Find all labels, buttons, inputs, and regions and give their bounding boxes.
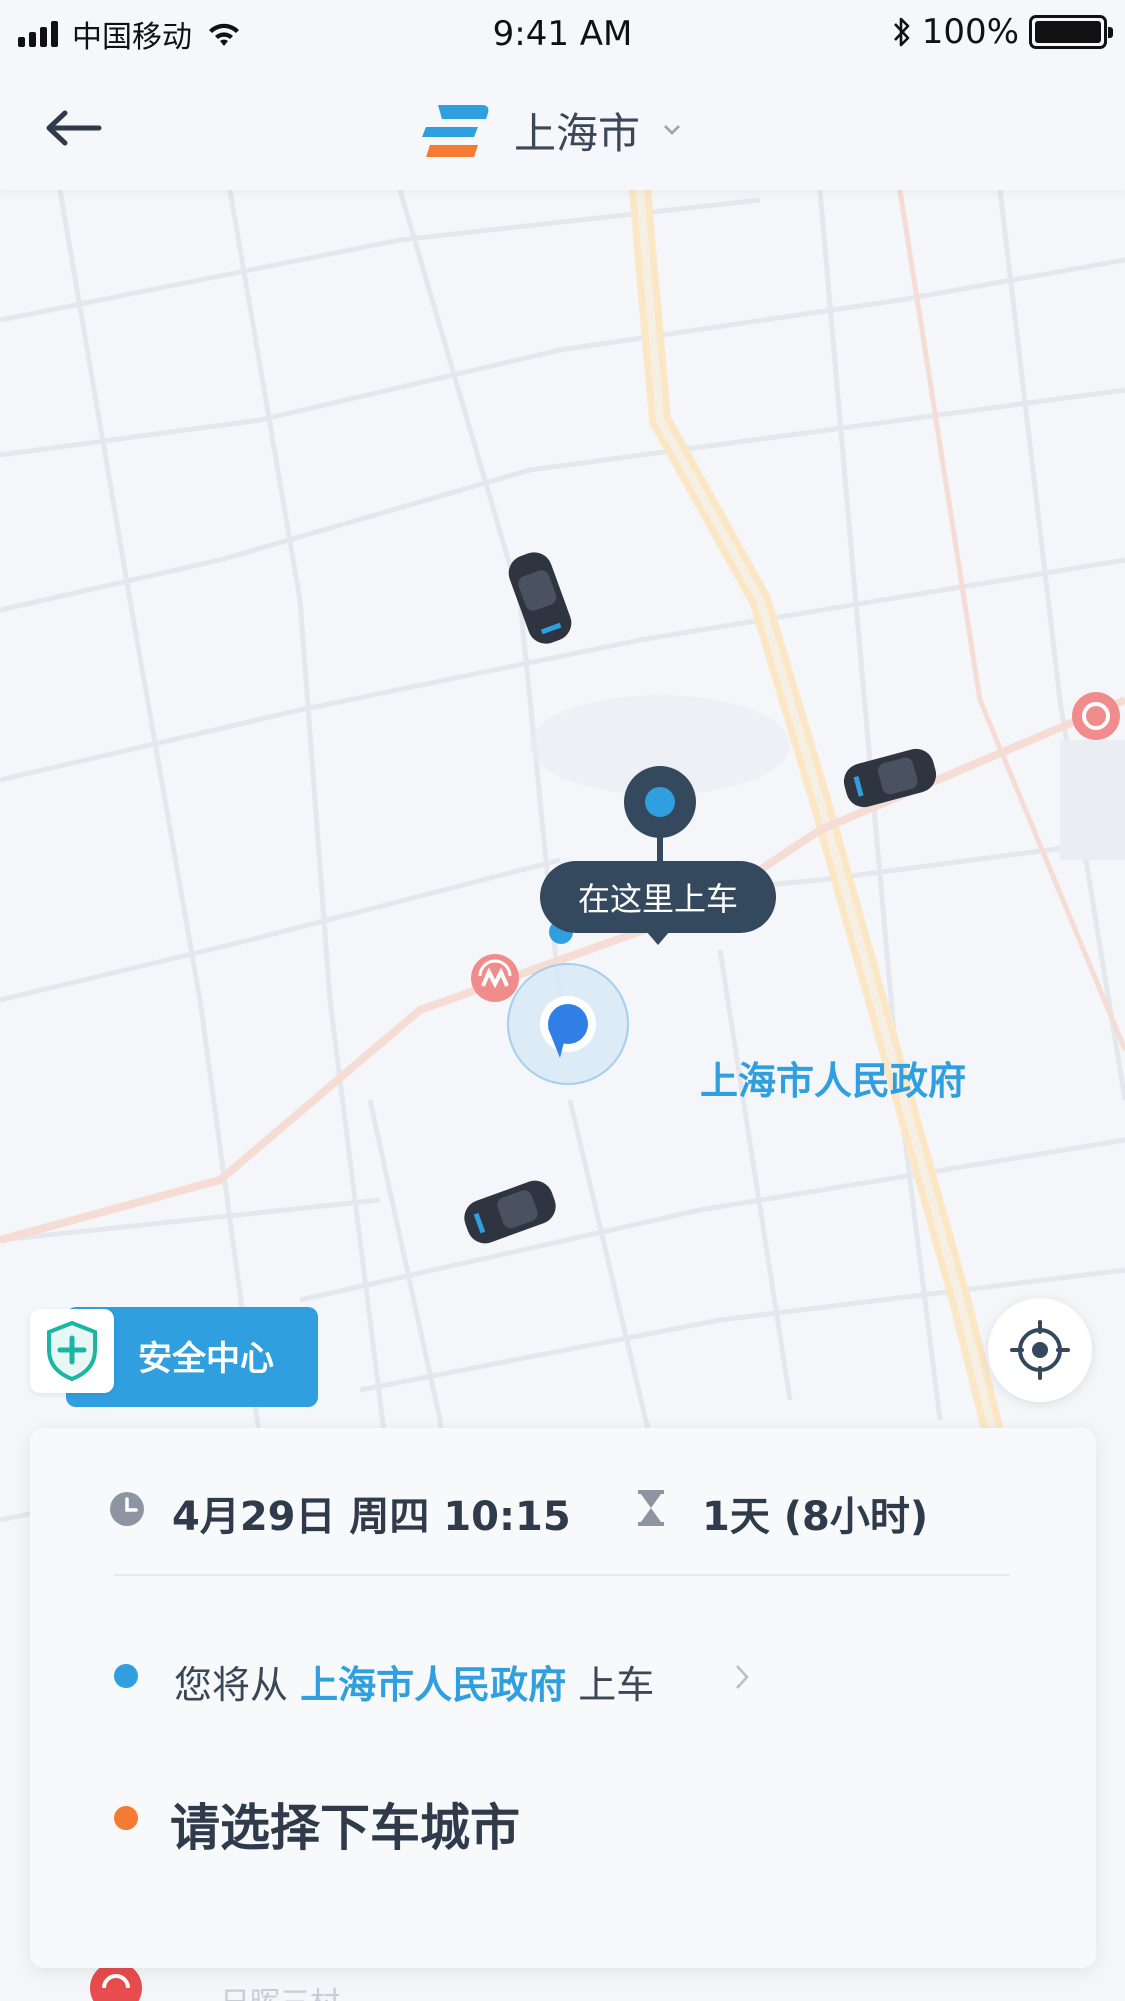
pickup-datetime[interactable]: 4月29日 周四 10:15: [172, 1484, 571, 1542]
shield-plus-icon: [47, 1320, 97, 1382]
dropoff-dot: [114, 1806, 138, 1830]
battery-icon: [1029, 15, 1113, 49]
safety-center-button[interactable]: 安全中心: [30, 1307, 318, 1407]
back-arrow-icon: [46, 110, 102, 146]
city-selector[interactable]: 上海市: [420, 92, 682, 168]
current-location-icon: [507, 963, 629, 1085]
car-icon: [464, 1180, 556, 1244]
crosshair-icon: [1010, 1320, 1070, 1380]
metro-icon: [471, 954, 519, 1002]
chevron-down-icon: [664, 125, 680, 135]
safety-icon-container: [30, 1309, 114, 1393]
pickup-dot: [114, 1664, 138, 1688]
battery-percent: 100%: [921, 12, 1019, 52]
divider: [114, 1574, 1010, 1576]
pickup-place: 上海市人民政府: [300, 1663, 567, 1707]
dropoff-row[interactable]: 请选择下车城市: [30, 1784, 1096, 1857]
locate-me-button[interactable]: [988, 1298, 1092, 1402]
safety-center-label: 安全中心: [138, 1339, 274, 1379]
trip-card: 4月29日 周四 10:15 1天 (8小时) 您将从 上海市人民政府 上车 请…: [30, 1428, 1096, 1968]
pickup-row[interactable]: 您将从 上海市人民政府 上车: [30, 1646, 1096, 1707]
time-row[interactable]: 4月29日 周四 10:15 1天 (8小时): [30, 1476, 1096, 1542]
back-button[interactable]: [38, 98, 108, 158]
bluetooth-icon: [893, 17, 910, 47]
pickup-place-label[interactable]: 上海市人民政府: [700, 1050, 966, 1105]
pickup-text: 您将从 上海市人民政府 上车: [174, 1663, 655, 1707]
brand-logo-icon: [422, 105, 489, 157]
rental-duration[interactable]: 1天 (8小时): [702, 1484, 928, 1542]
map-partial-label: 日晖三村: [220, 1978, 340, 2001]
hourglass-icon: [638, 1490, 664, 1526]
status-right: 100%: [892, 12, 1113, 52]
chevron-right-icon: [722, 1654, 762, 1700]
car-icon: [508, 552, 572, 644]
clock-icon: [110, 1492, 144, 1526]
status-bar: 中国移动 9:41 AM 100%: [0, 0, 1125, 66]
pickup-bubble[interactable]: 在这里上车: [540, 861, 776, 945]
metro-icon: [1072, 692, 1120, 740]
city-name: 上海市: [514, 108, 641, 158]
top-nav-bar: 上海市: [0, 66, 1125, 190]
dropoff-prompt: 请选择下车城市: [170, 1799, 520, 1857]
